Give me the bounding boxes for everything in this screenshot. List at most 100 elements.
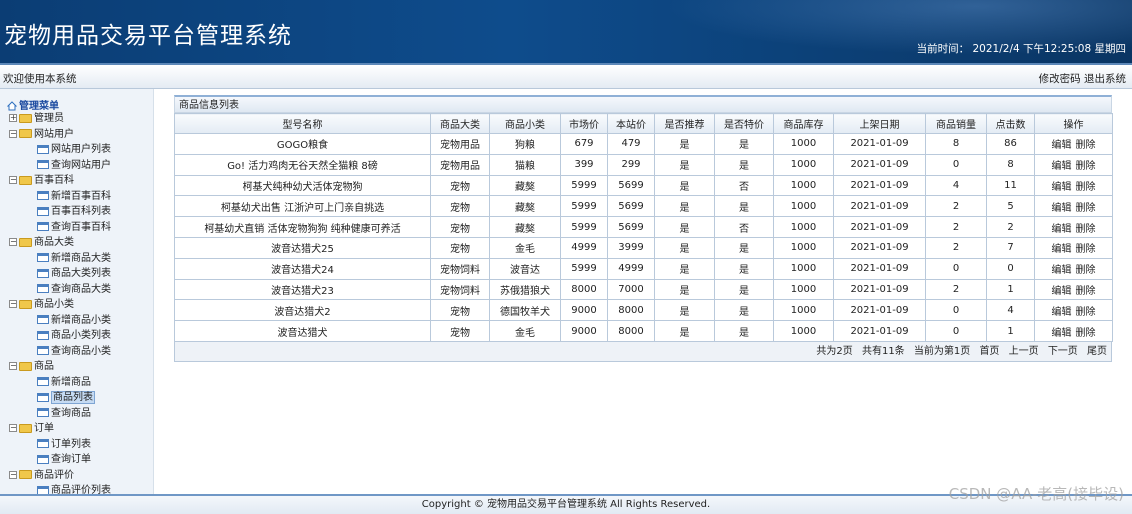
table-cell: 1000	[773, 278, 834, 301]
sidebar-group-3[interactable]: − 商品大类	[9, 235, 74, 251]
sidebar-item-label: 查询商品	[51, 407, 91, 419]
page-icon	[37, 206, 49, 216]
table-cell: 柯基幼犬直销 活体宠物狗狗 纯种健康可养活	[174, 216, 431, 238]
collapse-toggle-icon[interactable]: −	[9, 362, 17, 370]
folder-icon	[19, 129, 32, 138]
collapse-toggle-icon[interactable]: −	[9, 300, 17, 308]
table-cell: 宠物	[430, 216, 490, 238]
table-cell: 是	[714, 133, 774, 155]
collapse-toggle-icon[interactable]: −	[9, 424, 17, 432]
collapse-toggle-icon[interactable]: −	[9, 470, 17, 479]
delete-link[interactable]: 删除	[1076, 203, 1096, 214]
delete-link[interactable]: 删除	[1076, 140, 1096, 151]
pager-next-link[interactable]: 下一页	[1048, 346, 1078, 357]
table-cell: 金毛	[489, 320, 561, 342]
pager-prev-link[interactable]: 上一页	[1009, 346, 1039, 357]
sidebar-group-5[interactable]: − 商品	[9, 359, 54, 375]
sidebar-item[interactable]: 新增商品	[37, 375, 91, 391]
table-cell: 0	[925, 299, 987, 322]
copyright-text: Copyright © 宠物用品交易平台管理系统 All Rights Rese…	[421, 499, 711, 510]
table-cell: 2021-01-09	[833, 153, 926, 176]
sidebar-item[interactable]: 百事百科列表	[37, 204, 111, 220]
edit-link[interactable]: 编辑	[1052, 182, 1072, 193]
sidebar-item[interactable]: 新增商品大类	[37, 251, 111, 267]
collapse-toggle-icon[interactable]: −	[9, 238, 17, 246]
sidebar-item[interactable]: 查询订单	[37, 452, 91, 468]
main-content: 商品信息列表 型号名称 商品大类 商品小类 市场价 本站价 是否推荐 是否特价 商品库存 上架日…	[174, 95, 1113, 362]
page-icon	[37, 253, 49, 262]
sidebar-group-6[interactable]: − 订单	[9, 421, 54, 437]
sidebar-item-label: 商品大类列表	[51, 268, 111, 279]
edit-link[interactable]: 编辑	[1052, 328, 1072, 339]
table-row: 柯基犬纯种幼犬活体宠物狗 宠物 藏獒 5999 5699 是否 1000 2021-01-09…	[174, 174, 1113, 197]
delete-link[interactable]: 删除	[1076, 224, 1096, 235]
edit-link[interactable]: 编辑	[1052, 307, 1072, 318]
sidebar-item[interactable]: 新增百事百科	[37, 189, 111, 205]
sidebar-item-label: 订单列表	[51, 438, 91, 450]
edit-link[interactable]: 编辑	[1052, 140, 1072, 151]
sidebar-group-0[interactable]: + 管理员	[9, 111, 64, 127]
edit-link[interactable]: 编辑	[1052, 203, 1072, 214]
sidebar-item[interactable]: 商品评价列表	[37, 483, 111, 494]
delete-link[interactable]: 删除	[1076, 161, 1096, 172]
folder-icon	[19, 175, 32, 185]
delete-link[interactable]: 删除	[1076, 244, 1096, 255]
edit-link[interactable]: 编辑	[1052, 224, 1072, 235]
sidebar-item[interactable]: 商品大类列表	[37, 266, 111, 282]
table-cell: 4	[986, 299, 1035, 322]
table-cell: 是	[714, 278, 774, 301]
edit-link[interactable]: 编辑	[1052, 286, 1072, 297]
sidebar-item[interactable]: 订单列表	[37, 437, 91, 453]
page-icon	[37, 454, 49, 464]
delete-link[interactable]: 删除	[1076, 307, 1096, 318]
change-password-link[interactable]: 修改密码	[1039, 73, 1081, 85]
collapse-toggle-icon[interactable]: −	[9, 129, 17, 138]
table-row: 波音达猎犬 宠物 金毛 9000 8000 是是 1000 2021-01-09 0 1 编辑 删除	[174, 320, 1113, 342]
table-cell: 是	[654, 257, 715, 280]
table-cell: 2	[986, 216, 1035, 238]
delete-link[interactable]: 删除	[1076, 265, 1096, 276]
table-cell: 1000	[773, 195, 834, 218]
sidebar-item[interactable]: 查询商品小类	[37, 344, 111, 360]
sidebar-group-4[interactable]: − 商品小类	[9, 297, 74, 313]
table-cell: 2021-01-09	[833, 299, 926, 322]
sidebar-item[interactable]: 商品小类列表	[37, 328, 111, 344]
sidebar-group-label: 百事百科	[34, 175, 74, 186]
delete-link[interactable]: 删除	[1076, 328, 1096, 339]
sidebar-item[interactable]: 网站用户列表	[37, 142, 111, 158]
edit-link[interactable]: 编辑	[1052, 161, 1072, 172]
sidebar-group-2[interactable]: − 百事百科	[9, 173, 74, 189]
sidebar-item[interactable]: 商品列表	[37, 390, 95, 406]
table-cell: 4	[925, 174, 987, 197]
table-cell: 399	[560, 153, 608, 176]
delete-link[interactable]: 删除	[1076, 286, 1096, 297]
sidebar-group-label: 商品大类	[34, 237, 74, 248]
edit-link[interactable]: 编辑	[1052, 265, 1072, 276]
table-cell: 9000	[560, 320, 608, 342]
edit-link[interactable]: 编辑	[1052, 244, 1072, 255]
collapse-toggle-icon[interactable]: −	[9, 176, 17, 184]
pager-last-link[interactable]: 尾页	[1087, 346, 1107, 357]
table-cell: 1000	[773, 299, 834, 322]
page-icon	[37, 377, 49, 386]
table-cell: 是	[714, 299, 774, 322]
expand-toggle-icon[interactable]: +	[9, 114, 17, 122]
sidebar-item[interactable]: 查询商品大类	[37, 282, 111, 298]
sidebar-group-7[interactable]: − 商品评价	[9, 468, 74, 484]
table-cell: GOGO粮食	[174, 133, 431, 155]
sidebar-item[interactable]: 新增商品小类	[37, 313, 111, 329]
sidebar-item[interactable]: 查询百事百科	[37, 220, 111, 236]
table-cell: 8000	[607, 320, 655, 342]
panel-title: 商品信息列表	[174, 95, 1112, 113]
logout-link[interactable]: 退出系统	[1084, 73, 1126, 85]
pager-first-link[interactable]: 首页	[979, 346, 999, 357]
sidebar-item-label: 新增商品大类	[51, 252, 111, 264]
sidebar-item[interactable]: 查询网站用户	[37, 158, 111, 174]
table-cell: 波音达猎犬24	[174, 257, 431, 280]
menu-root[interactable]: 管理菜单	[7, 97, 59, 112]
delete-link[interactable]: 删除	[1076, 182, 1096, 193]
home-icon	[7, 101, 17, 111]
column-header: 商品大类	[430, 113, 490, 134]
sidebar-item[interactable]: 查询商品	[37, 406, 91, 422]
sidebar-group-1[interactable]: − 网站用户	[9, 127, 74, 143]
